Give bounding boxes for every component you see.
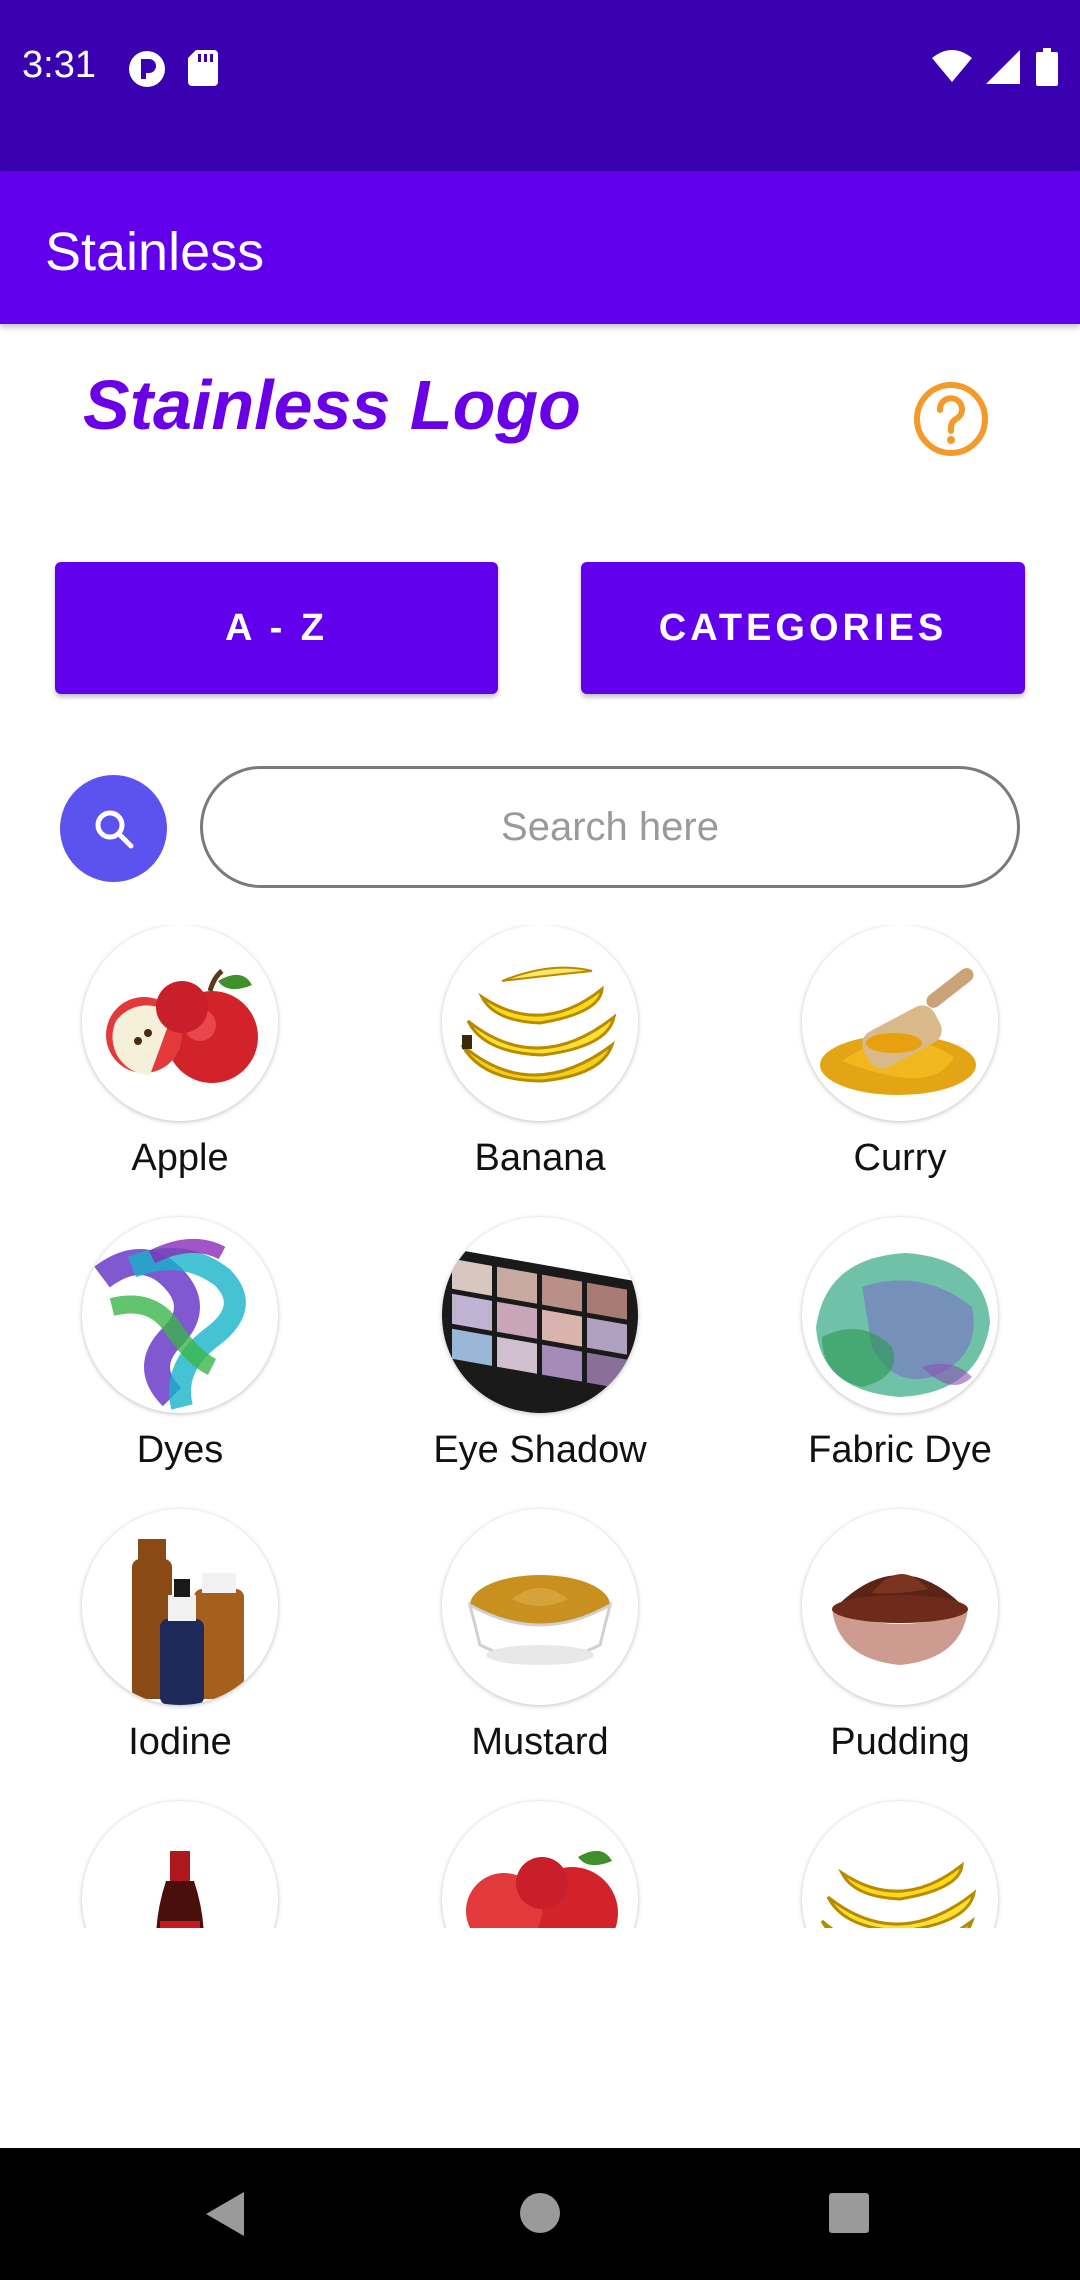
curry-powder-icon: [820, 968, 976, 1095]
item-thumbnail: [802, 925, 998, 1121]
question-mark-icon: [914, 382, 988, 456]
search-icon: [95, 810, 133, 848]
search-button[interactable]: [60, 775, 167, 882]
grid-item-pudding[interactable]: Pudding: [720, 1509, 1080, 1801]
app-title: Stainless: [45, 222, 265, 282]
grid-item-dyes[interactable]: Dyes: [0, 1217, 360, 1509]
item-label: Dyes: [136, 1429, 224, 1471]
banana-icon: [460, 966, 617, 1083]
apple-icon: [466, 1850, 618, 1928]
grid-item-eye-shadow[interactable]: Eye Shadow: [360, 1217, 720, 1509]
back-icon[interactable]: [204, 2190, 246, 2238]
item-label: Pudding: [830, 1721, 970, 1763]
item-label: Curry: [853, 1137, 947, 1179]
item-thumbnail: [82, 925, 278, 1121]
banana-icon: [820, 1861, 977, 1928]
grid-item-apple[interactable]: Apple: [0, 925, 360, 1217]
grid-item-curry[interactable]: Curry: [720, 925, 1080, 1217]
recents-icon[interactable]: [829, 2193, 869, 2233]
item-thumbnail: [802, 1217, 998, 1413]
grid-item-banana[interactable]: Banana: [360, 925, 720, 1217]
app-bar: Stainless: [0, 171, 1080, 324]
item-thumbnail: [802, 1509, 998, 1705]
cell-signal-icon: [986, 50, 1020, 84]
iodine-bottles-icon: [132, 1539, 244, 1705]
item-label: Banana: [474, 1137, 606, 1179]
item-thumbnail: [442, 1217, 638, 1413]
cola-bottle-icon: [156, 1851, 204, 1928]
grid-item-fabric-dye[interactable]: Fabric Dye: [720, 1217, 1080, 1509]
grid-item-mustard[interactable]: Mustard: [360, 1509, 720, 1801]
item-label: Mustard: [471, 1721, 609, 1763]
item-label: Iodine: [128, 1721, 232, 1763]
mustard-bowl-icon: [467, 1575, 613, 1665]
system-navigation-bar: [0, 2148, 1080, 2280]
item-label: Fabric Dye: [808, 1429, 992, 1471]
dyes-icon: [94, 1238, 246, 1410]
item-thumbnail: [82, 1509, 278, 1705]
notification-app-icon: [129, 51, 165, 87]
item-thumbnail: [442, 925, 638, 1121]
item-label: Eye Shadow: [433, 1429, 647, 1471]
home-icon[interactable]: [519, 2192, 561, 2234]
grid-item-banana-2[interactable]: [720, 1801, 1080, 1928]
fabric-dye-icon: [816, 1253, 990, 1397]
search-input[interactable]: [200, 766, 1020, 888]
item-thumbnail: [442, 1509, 638, 1705]
item-thumbnail: [442, 1801, 638, 1928]
help-button[interactable]: [912, 380, 990, 458]
item-thumbnail: [802, 1801, 998, 1928]
item-grid: Apple Banana Curry Dyes Eye Shadow Fabri…: [0, 925, 1080, 1928]
eye-shadow-icon: [442, 1247, 638, 1413]
battery-icon: [1036, 48, 1058, 86]
apple-icon: [106, 969, 258, 1083]
wifi-icon: [932, 50, 972, 82]
status-time: 3:31: [22, 44, 96, 86]
pudding-bowl-icon: [832, 1573, 968, 1665]
logo-text: Stainless Logo: [83, 366, 581, 444]
item-thumbnail: [82, 1801, 278, 1928]
status-bar: 3:31: [0, 0, 1080, 171]
grid-item-cola[interactable]: [0, 1801, 360, 1928]
item-thumbnail: [82, 1217, 278, 1413]
sd-card-icon: [188, 50, 218, 86]
grid-item-apple-2[interactable]: [360, 1801, 720, 1928]
a-z-button[interactable]: A - Z: [55, 562, 498, 694]
categories-button[interactable]: CATEGORIES: [581, 562, 1025, 694]
item-label: Apple: [131, 1137, 229, 1179]
grid-item-iodine[interactable]: Iodine: [0, 1509, 360, 1801]
